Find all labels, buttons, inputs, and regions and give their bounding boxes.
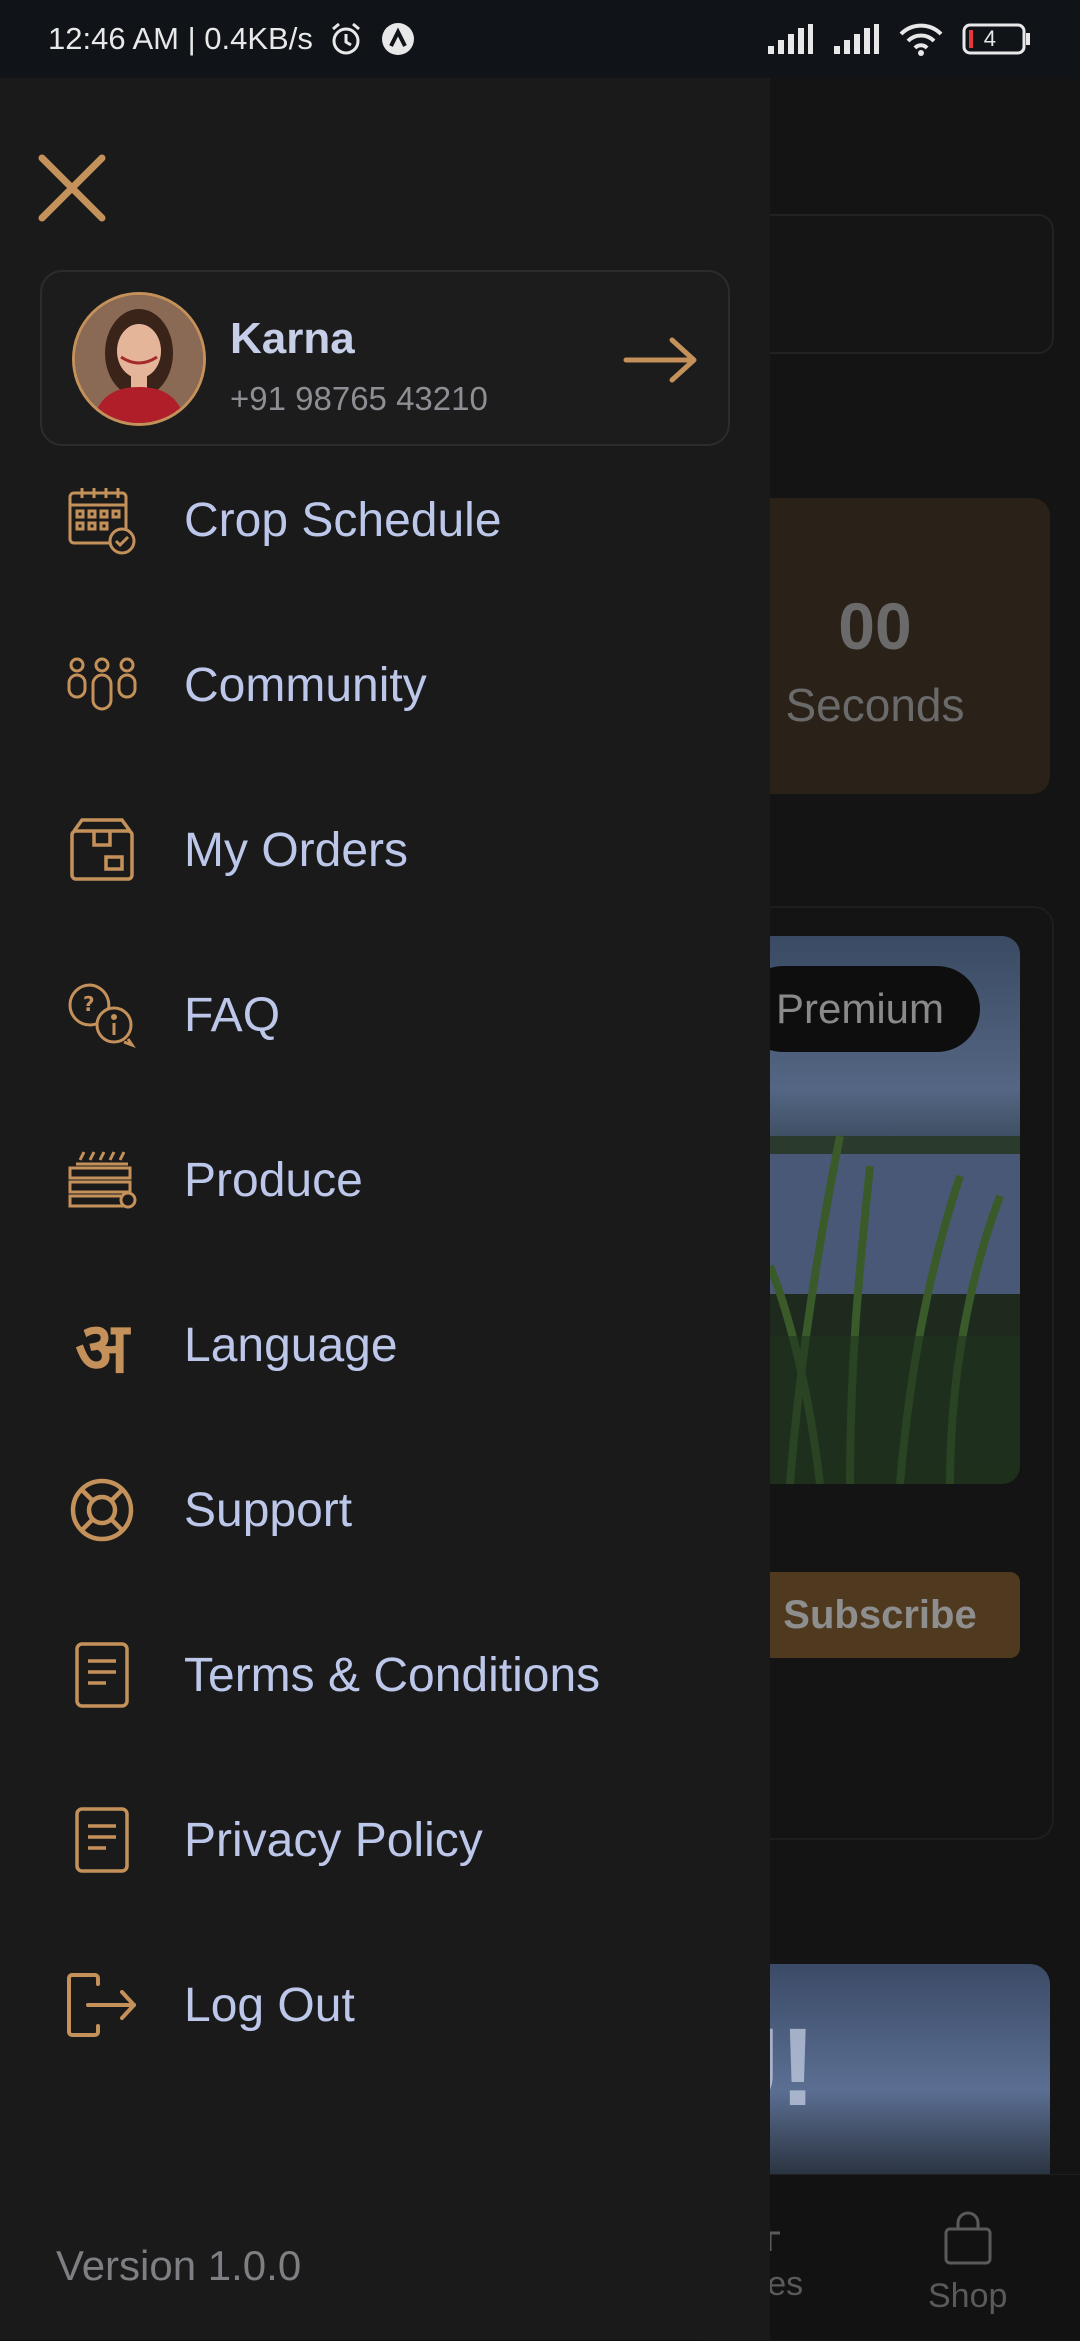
menu-label: Community (184, 658, 427, 712)
menu-label: Crop Schedule (184, 493, 502, 547)
close-icon (38, 154, 106, 222)
arrow-right-icon[interactable] (622, 332, 702, 388)
document-icon (64, 1637, 140, 1713)
alarm-icon (327, 20, 365, 58)
shopping-bag-icon (944, 2211, 992, 2265)
package-icon (64, 812, 140, 888)
faq-bubbles-icon: ? (64, 977, 140, 1053)
menu-item-support[interactable]: Support (0, 1450, 770, 1570)
svg-text:?: ? (83, 992, 95, 1016)
battery-icon (962, 22, 1032, 56)
menu-label: Privacy Policy (184, 1813, 483, 1867)
menu-item-language[interactable]: अ Language (0, 1285, 770, 1405)
menu-label: Language (184, 1318, 398, 1372)
app-version: Version 1.0.0 (56, 2242, 302, 2289)
signal-icon (832, 24, 880, 54)
menu-item-my-orders[interactable]: My Orders (0, 790, 770, 910)
profile-card[interactable]: Karna +91 98765 43210 (40, 270, 730, 446)
menu-item-produce[interactable]: Produce (0, 1120, 770, 1240)
menu-item-privacy-policy[interactable]: Privacy Policy (0, 1780, 770, 1900)
menu-label: Log Out (184, 1978, 355, 2032)
menu-item-log-out[interactable]: Log Out (0, 1945, 770, 2065)
produce-crate-icon (64, 1142, 140, 1218)
menu-label: Produce (184, 1153, 363, 1207)
close-drawer-button[interactable] (36, 152, 108, 224)
navigation-drawer: Karna +91 98765 43210 Crop Schedule Comm… (0, 78, 770, 2340)
premium-badge: Premium (740, 966, 980, 1052)
menu-label: My Orders (184, 823, 409, 877)
menu-label: Support (184, 1483, 353, 1537)
profile-name: Karna (230, 314, 355, 363)
menu-item-crop-schedule[interactable]: Crop Schedule (0, 460, 770, 580)
menu-label: Terms & Conditions (184, 1648, 601, 1702)
community-icon (64, 647, 140, 723)
lifebuoy-icon (64, 1472, 140, 1548)
menu-item-community[interactable]: Community (0, 625, 770, 745)
battery-level: 4 (983, 26, 996, 51)
profile-phone: +91 98765 43210 (230, 380, 488, 417)
wifi-icon (898, 22, 944, 56)
logout-icon (64, 1967, 140, 2043)
menu-item-faq[interactable]: ? FAQ (0, 955, 770, 1075)
app-notification-icon (379, 20, 417, 58)
status-time-speed: 12:46 AM | 0.4KB/s (48, 21, 313, 56)
document-icon (64, 1802, 140, 1878)
hindi-letter-icon: अ (75, 1307, 129, 1389)
menu-item-terms[interactable]: Terms & Conditions (0, 1615, 770, 1735)
status-bar: 12:46 AM | 0.4KB/s 4 (0, 0, 1080, 78)
calendar-check-icon (64, 482, 140, 558)
subscribe-button: Subscribe (740, 1572, 1020, 1658)
nav-label-shop: Shop (928, 2277, 1008, 2315)
signal-icon (766, 24, 814, 54)
menu-label: FAQ (184, 988, 281, 1042)
avatar (72, 292, 206, 426)
nav-item-shop: Shop (928, 2211, 1007, 2316)
